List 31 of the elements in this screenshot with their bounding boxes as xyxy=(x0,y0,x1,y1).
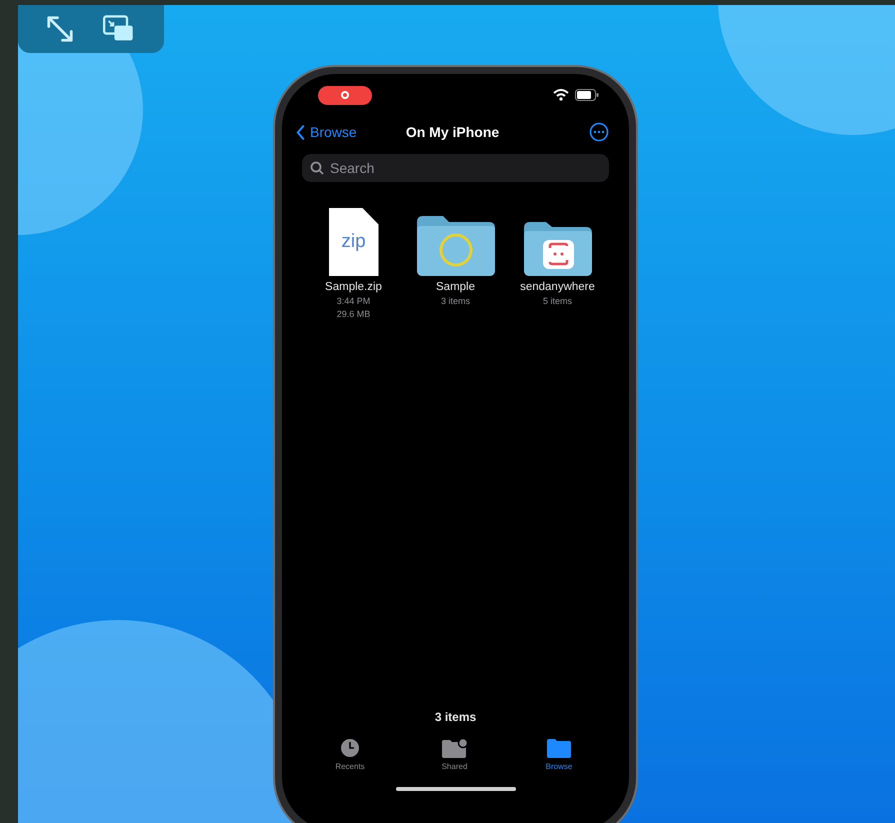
folder-icon xyxy=(547,738,571,758)
search-field[interactable]: Search xyxy=(302,154,609,182)
battery-icon xyxy=(575,89,599,101)
picture-in-picture-icon[interactable] xyxy=(103,15,135,43)
file-item[interactable]: Sample 3 items xyxy=(404,202,506,319)
tab-bar-item[interactable]: Recents xyxy=(320,738,380,771)
tab-bar-item[interactable]: Shared xyxy=(424,738,484,771)
screen-title: On My iPhone xyxy=(406,124,500,140)
chevron-left-icon xyxy=(296,124,305,140)
file-item[interactable]: sendanywhere 5 items xyxy=(506,202,608,319)
folder-icon xyxy=(524,222,592,276)
folder-icon xyxy=(416,216,494,276)
shared-folder-icon xyxy=(442,738,468,758)
recording-indicator xyxy=(318,86,372,104)
file-name: Sample.zip xyxy=(325,281,382,293)
item-count: 3 items xyxy=(434,710,478,724)
file-detail: 5 items xyxy=(542,296,572,306)
expand-icon[interactable] xyxy=(45,14,75,44)
file-item[interactable]: zip Sample.zip 3:44 PM 29.6 MB xyxy=(302,202,404,319)
clock-icon xyxy=(340,738,360,758)
file-detail: 29.6 MB xyxy=(336,309,370,319)
file-name: Sample xyxy=(436,281,475,293)
more-options-icon[interactable] xyxy=(589,122,609,142)
file-detail: 3 items xyxy=(440,296,470,306)
tab-bar-item[interactable]: Browse xyxy=(529,738,589,771)
file-name: sendanywhere xyxy=(520,281,595,293)
search-icon xyxy=(310,161,324,175)
wifi-icon xyxy=(553,89,569,101)
back-button[interactable]: Browse xyxy=(296,124,357,140)
zip-file-icon: zip xyxy=(328,208,378,276)
file-detail: 3:44 PM xyxy=(336,296,370,306)
